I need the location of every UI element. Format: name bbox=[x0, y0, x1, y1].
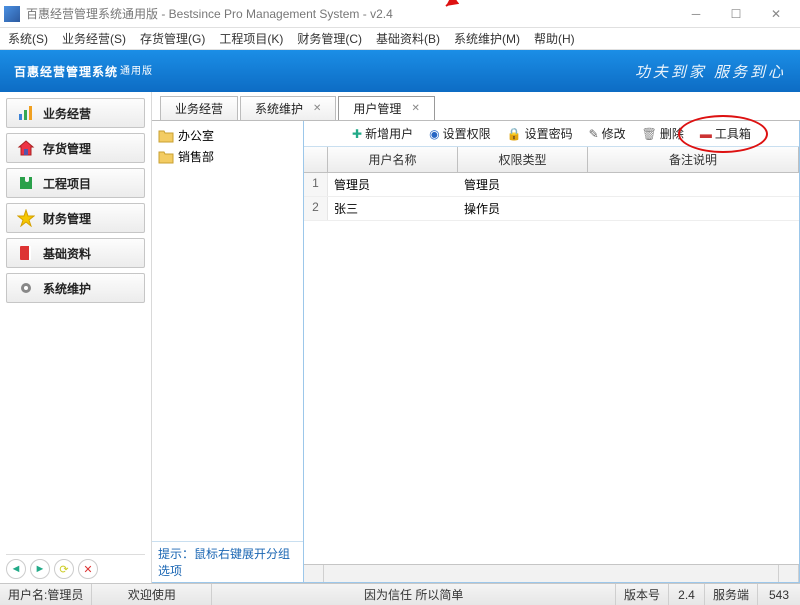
grid-header: 用户名称 权限类型 备注说明 bbox=[304, 147, 799, 173]
folder-icon bbox=[158, 150, 174, 164]
grid-cell-remark bbox=[588, 197, 799, 220]
grid-cell-num: 2 bbox=[304, 197, 328, 220]
gear-icon bbox=[17, 279, 35, 297]
grid-header-remark[interactable]: 备注说明 bbox=[588, 147, 799, 172]
sidebar-item-label: 系统维护 bbox=[43, 280, 91, 297]
globe-icon: ◉ bbox=[429, 127, 439, 141]
sidebar-item-label: 基础资料 bbox=[43, 245, 91, 262]
sidebar-item-finance[interactable]: 财务管理 bbox=[6, 203, 145, 233]
grid-cell-remark bbox=[588, 173, 799, 196]
sidebar-item-project[interactable]: 工程项目 bbox=[6, 168, 145, 198]
tree-item-sales[interactable]: 销售部 bbox=[154, 146, 301, 167]
slogan: 功夫到家 服务到心 bbox=[635, 61, 786, 82]
sidebar-item-label: 业务经营 bbox=[43, 105, 91, 122]
status-server-label: 服务端 bbox=[705, 584, 758, 605]
house-icon bbox=[17, 139, 35, 157]
close-icon[interactable]: ✕ bbox=[411, 103, 419, 114]
brand: 百惠经营管理系统通用版 bbox=[14, 60, 153, 82]
grid-cell-type: 操作员 bbox=[458, 197, 588, 220]
sidebar-item-label: 财务管理 bbox=[43, 210, 91, 227]
sidefoot-refresh-button[interactable]: ⟳ bbox=[54, 559, 74, 579]
sidebar-item-maintain[interactable]: 系统维护 bbox=[6, 273, 145, 303]
sidebar-item-stock[interactable]: 存货管理 bbox=[6, 133, 145, 163]
status-bar: 用户名:管理员 欢迎使用 因为信任 所以简单 版本号 2.4 服务端 543 bbox=[0, 583, 800, 605]
tree-hint: 提示：鼠标右键展开分组选项 bbox=[152, 541, 303, 582]
user-grid: 用户名称 权限类型 备注说明 1 管理员 管理员 2 张三 操作员 bbox=[304, 147, 799, 564]
edit-button[interactable]: ✎修改 bbox=[584, 123, 631, 144]
grid-header-name[interactable]: 用户名称 bbox=[328, 147, 458, 172]
status-version: 2.4 bbox=[669, 584, 705, 605]
menu-project[interactable]: 工程项目(K) bbox=[213, 28, 289, 49]
grid-cell-type: 管理员 bbox=[458, 173, 588, 196]
grid-cell-name: 管理员 bbox=[328, 173, 458, 196]
menu-maintain[interactable]: 系统维护(M) bbox=[448, 28, 526, 49]
lock-icon: 🔒 bbox=[507, 127, 522, 141]
tree-item-label: 销售部 bbox=[178, 148, 214, 165]
banner: 百惠经营管理系统通用版 功夫到家 服务到心 bbox=[0, 50, 800, 92]
grid-header-rownum[interactable] bbox=[304, 147, 328, 172]
sidefoot-back-button[interactable]: ◄ bbox=[6, 559, 26, 579]
sidefoot-close-button[interactable]: ✕ bbox=[78, 559, 98, 579]
trash-icon: 🗑 bbox=[642, 127, 657, 141]
tab-user-manage[interactable]: 用户管理 ✕ bbox=[338, 96, 434, 120]
sidebar-footer: ◄ ► ⟳ ✕ bbox=[6, 554, 145, 583]
star-icon bbox=[17, 209, 35, 227]
status-user: 用户名:管理员 bbox=[0, 584, 92, 605]
plus-icon: ✚ bbox=[352, 127, 362, 141]
toolbar: ✚新增用户 ◉设置权限 🔒设置密码 ✎修改 🗑删除 ▬工具箱 bbox=[304, 121, 799, 147]
close-icon[interactable]: ✕ bbox=[313, 103, 321, 114]
tab-label: 用户管理 bbox=[353, 100, 401, 117]
minimize-button[interactable]: ─ bbox=[676, 1, 716, 27]
menu-business[interactable]: 业务经营(S) bbox=[56, 28, 132, 49]
menu-base[interactable]: 基础资料(B) bbox=[370, 28, 446, 49]
grid-row[interactable]: 1 管理员 管理员 bbox=[304, 173, 799, 197]
folder-icon bbox=[158, 129, 174, 143]
grid-cell-num: 1 bbox=[304, 173, 328, 196]
grid-scrollbar[interactable] bbox=[304, 564, 799, 582]
menu-bar: 系统(S) 业务经营(S) 存货管理(G) 工程项目(K) 财务管理(C) 基础… bbox=[0, 28, 800, 50]
add-user-button[interactable]: ✚新增用户 bbox=[347, 123, 418, 144]
window-title: 百惠经营管理系统通用版 - Bestsince Pro Management S… bbox=[26, 5, 676, 22]
grid-header-type[interactable]: 权限类型 bbox=[458, 147, 588, 172]
sidefoot-forward-button[interactable]: ► bbox=[30, 559, 50, 579]
sidebar: 业务经营 存货管理 工程项目 财务管理 基础资料 系统维护 ◄ ► ⟳ ✕ bbox=[0, 92, 152, 583]
tab-maintain[interactable]: 系统维护 ✕ bbox=[240, 96, 336, 120]
sidebar-item-label: 存货管理 bbox=[43, 140, 91, 157]
sidebar-item-base[interactable]: 基础资料 bbox=[6, 238, 145, 268]
brand-sub: 通用版 bbox=[120, 66, 153, 77]
chart-icon bbox=[17, 104, 35, 122]
tab-label: 业务经营 bbox=[175, 100, 223, 117]
menu-finance[interactable]: 财务管理(C) bbox=[291, 28, 368, 49]
toolbox-icon: ▬ bbox=[700, 127, 712, 141]
status-server: 543 bbox=[758, 584, 800, 605]
wrench-icon: ✎ bbox=[589, 127, 599, 141]
tab-business[interactable]: 业务经营 bbox=[160, 96, 238, 120]
set-password-button[interactable]: 🔒设置密码 bbox=[502, 123, 578, 144]
brand-text: 百惠经营管理系统 bbox=[14, 65, 118, 79]
delete-button[interactable]: 🗑删除 bbox=[637, 123, 689, 144]
status-welcome: 欢迎使用 bbox=[92, 584, 212, 605]
grid-row[interactable]: 2 张三 操作员 bbox=[304, 197, 799, 221]
grid-cell-name: 张三 bbox=[328, 197, 458, 220]
menu-help[interactable]: 帮助(H) bbox=[528, 28, 581, 49]
book-icon bbox=[17, 244, 35, 262]
status-center: 因为信任 所以简单 bbox=[212, 584, 616, 605]
sidebar-item-label: 工程项目 bbox=[43, 175, 91, 192]
menu-stock[interactable]: 存货管理(G) bbox=[134, 28, 211, 49]
set-permission-button[interactable]: ◉设置权限 bbox=[424, 123, 496, 144]
tab-label: 系统维护 bbox=[255, 100, 303, 117]
tab-bar: 业务经营 系统维护 ✕ 用户管理 ✕ bbox=[152, 92, 800, 120]
maximize-button[interactable]: ☐ bbox=[716, 1, 756, 27]
tree-item-office[interactable]: 办公室 bbox=[154, 125, 301, 146]
menu-system[interactable]: 系统(S) bbox=[2, 28, 54, 49]
toolbox-button[interactable]: ▬工具箱 bbox=[695, 123, 756, 144]
tree-panel: 办公室 销售部 提示：鼠标右键展开分组选项 bbox=[152, 121, 304, 583]
puzzle-icon bbox=[17, 174, 35, 192]
tree-item-label: 办公室 bbox=[178, 127, 214, 144]
titlebar: 百惠经营管理系统通用版 - Bestsince Pro Management S… bbox=[0, 0, 800, 28]
close-button[interactable]: ✕ bbox=[756, 1, 796, 27]
sidebar-item-business[interactable]: 业务经营 bbox=[6, 98, 145, 128]
status-version-label: 版本号 bbox=[616, 584, 669, 605]
app-icon bbox=[4, 6, 20, 22]
